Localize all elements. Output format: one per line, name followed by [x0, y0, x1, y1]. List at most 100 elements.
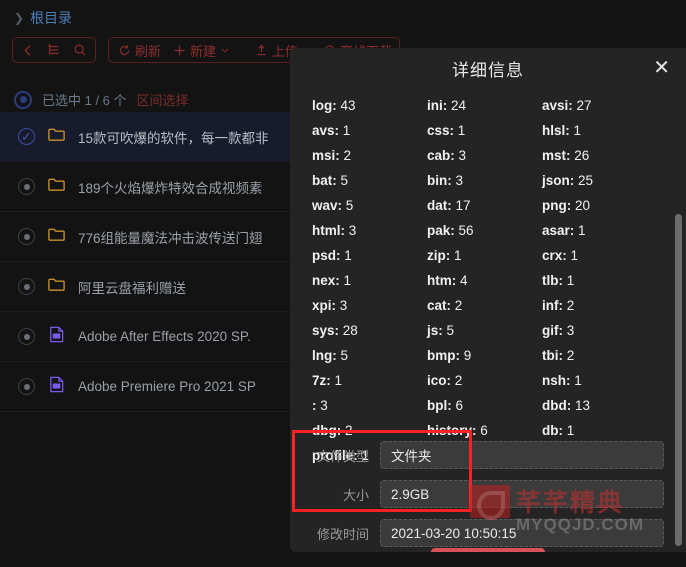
stat-separator: : — [332, 173, 341, 188]
detail-field-row: 修改时间 2021-03-20 10:50:15 — [312, 516, 664, 550]
file-type-stat-key: db — [542, 423, 559, 438]
stat-separator: : — [558, 423, 567, 438]
file-type-stat-key: msi — [312, 148, 336, 163]
file-name-label: Adobe After Effects 2020 SP. — [78, 329, 251, 344]
stat-separator: : — [558, 298, 567, 313]
file-type-stat: nsh: 1 — [542, 368, 656, 393]
radio-icon[interactable] — [18, 278, 35, 295]
detail-field-value[interactable]: 文件夹 — [380, 441, 664, 469]
stat-separator: : — [326, 373, 335, 388]
range-select-button[interactable]: 区间选择 — [137, 90, 189, 109]
radio-icon[interactable] — [18, 328, 35, 345]
stat-separator: : — [335, 273, 344, 288]
list-tree-icon[interactable] — [46, 42, 62, 58]
stat-separator: : — [335, 148, 344, 163]
file-type-stat-key: avs — [312, 123, 335, 138]
file-name-label: 189个火焰爆炸特效合成视频素 — [78, 180, 263, 196]
radio-icon[interactable] — [18, 178, 35, 195]
file-type-stat: htm: 4 — [427, 268, 542, 293]
file-type-stat-key: ini — [427, 98, 443, 113]
file-type-stat-value: 5 — [340, 173, 349, 188]
file-type-stat: inf: 2 — [542, 293, 656, 318]
file-type-stat: msi: 2 — [312, 143, 427, 168]
detail-field-value[interactable]: 2021-03-20 10:50:15 — [380, 519, 664, 547]
file-type-stat-value: 1 — [578, 223, 586, 238]
file-type-stat: mst: 26 — [542, 143, 656, 168]
stat-separator: : — [455, 348, 464, 363]
file-type-stat-value: 1 — [566, 273, 575, 288]
stat-separator: : — [568, 98, 577, 113]
breadcrumb-root-link[interactable]: 根目录 — [30, 8, 72, 28]
file-list-item[interactable]: 阿里云盘福利赠送 — [0, 262, 300, 312]
folder-icon — [47, 225, 66, 249]
file-type-stat-key: mst — [542, 148, 567, 163]
stat-separator: : — [562, 248, 571, 263]
rar-archive-icon — [47, 375, 66, 399]
file-list-item[interactable]: Adobe Premiere Pro 2021 SP — [0, 362, 300, 412]
search-icon[interactable] — [72, 42, 88, 58]
check-circle-icon[interactable]: ✓ — [18, 128, 35, 145]
file-list-item[interactable]: Adobe After Effects 2020 SP. — [0, 312, 300, 362]
stat-separator: : — [565, 123, 574, 138]
file-type-stat-key: asar — [542, 223, 570, 238]
file-type-stat: png: 20 — [542, 193, 656, 218]
plus-icon — [171, 42, 187, 58]
file-type-stat-key: pak — [427, 223, 451, 238]
back-icon[interactable] — [20, 42, 36, 58]
breadcrumb[interactable]: ❯ 根目录 — [14, 8, 72, 28]
file-type-stat-value: 1 — [454, 248, 462, 263]
file-type-stat: ini: 24 — [427, 93, 542, 118]
detail-field-value[interactable]: 2.9GB — [380, 480, 664, 508]
file-type-stat-key: bin — [427, 173, 448, 188]
file-type-stat-value: 3 — [455, 173, 464, 188]
file-type-stat-key: avsi — [542, 98, 569, 113]
file-type-stat: pak: 56 — [427, 218, 542, 243]
file-list-item[interactable]: 776组能量魔法冲击波传送门翅 — [0, 212, 300, 262]
refresh-cache-button[interactable]: 刷新缓存 — [431, 548, 545, 552]
stat-separator: : — [332, 98, 341, 113]
stat-separator: : — [447, 173, 456, 188]
file-list-item[interactable]: ✓ 15款可吹爆的软件，每一款都非 — [0, 112, 300, 162]
dialog-header: 详细信息 ✕ — [290, 48, 686, 88]
file-type-stat-value: 1 — [457, 123, 466, 138]
file-type-stat-key: bat — [312, 173, 333, 188]
radio-selected-icon[interactable] — [14, 90, 32, 109]
file-list: ✓ 15款可吹爆的软件，每一款都非 189个火焰爆炸特效合成视频素 776组能量魔法冲… — [0, 112, 300, 412]
file-type-stat: bpl: 6 — [427, 393, 542, 418]
stat-separator: : — [569, 173, 579, 188]
file-type-stat-key: crx — [542, 248, 563, 263]
file-type-stat-value: 28 — [342, 323, 358, 338]
folder-icon — [47, 125, 66, 149]
stat-separator: : — [450, 148, 459, 163]
radio-icon[interactable] — [18, 378, 35, 395]
file-type-stats-grid: log: 43 ini: 24 avsi: 27 avs: 1 css: 1 hlsl: … — [312, 93, 656, 468]
refresh-button[interactable]: 刷新 — [116, 41, 161, 60]
file-type-stat-key: wav — [312, 198, 338, 213]
file-type-stat-value: 2 — [345, 423, 353, 438]
stat-separator: : — [312, 398, 321, 413]
file-type-stat-value: 3 — [566, 323, 575, 338]
stat-separator: : — [334, 123, 343, 138]
close-icon[interactable]: ✕ — [653, 58, 670, 78]
file-type-stat-key: bmp — [427, 348, 456, 363]
selection-bar: 已选中 1 / 6 个 区间选择 — [14, 90, 189, 109]
radio-icon[interactable] — [18, 228, 35, 245]
dialog-footer: 刷新缓存 — [290, 548, 686, 552]
stat-separator: : — [566, 398, 575, 413]
file-list-item[interactable]: 189个火焰爆炸特效合成视频素 — [0, 162, 300, 212]
dialog-scrollbar[interactable] — [675, 214, 682, 546]
file-type-stat: html: 3 — [312, 218, 427, 243]
file-type-stat-key: png — [542, 198, 567, 213]
file-type-stat: hlsl: 1 — [542, 118, 656, 143]
file-type-stat: tlb: 1 — [542, 268, 656, 293]
file-type-stat-value: 26 — [574, 148, 590, 163]
file-type-stat-key: nex — [312, 273, 336, 288]
file-type-stat-key: bpl — [427, 398, 448, 413]
file-type-stat-value: 2 — [566, 298, 575, 313]
stat-separator: : — [558, 348, 567, 363]
file-type-stat-value: 43 — [340, 98, 356, 113]
file-type-stat-key: htm — [427, 273, 452, 288]
new-button[interactable]: 新建 — [171, 41, 230, 60]
file-type-stat-value: 13 — [575, 398, 591, 413]
file-type-stat-value: 56 — [458, 223, 474, 238]
